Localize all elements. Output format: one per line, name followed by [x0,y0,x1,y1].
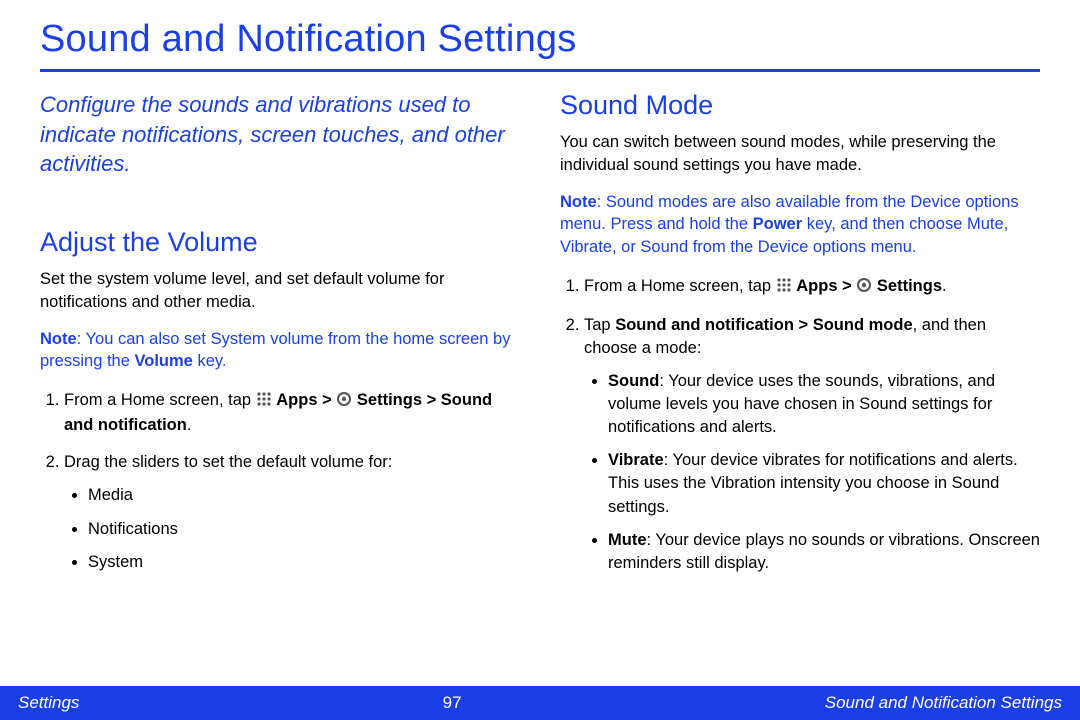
note-label: Note [40,330,77,348]
mode-label: Mute [608,531,647,549]
note-text-2: key. [193,352,227,370]
note-sound-mode: Note: Sound modes are also available fro… [560,191,1040,259]
sound-mode-description: You can switch between sound modes, whil… [560,131,1040,177]
step-2: Drag the sliders to set the default volu… [64,451,520,573]
note-bold-volume: Volume [134,352,192,370]
sound-mode-list: Sound: Your device uses the sounds, vibr… [584,370,1040,575]
list-item: Mute: Your device plays no sounds or vib… [608,529,1040,575]
list-item: Sound: Your device uses the sounds, vibr… [608,370,1040,439]
right-column: Sound Mode You can switch between sound … [560,90,1040,589]
list-item: Vibrate: Your device vibrates for notifi… [608,449,1040,518]
footer-page-number: 97 [443,693,462,713]
mode-label: Vibrate [608,451,664,469]
apps-grid-icon [256,391,272,414]
step-1: From a Home screen, tap Apps > Settings. [584,275,1040,300]
manual-page: Sound and Notification Settings Configur… [0,0,1080,589]
apps-grid-icon [776,277,792,300]
mode-text: : Your device vibrates for notifications… [608,451,1018,515]
settings-gear-icon [336,391,352,414]
step2-text: Drag the sliders to set the default volu… [64,453,392,471]
note-label: Note [560,193,597,211]
volume-slider-list: Media Notifications System [64,484,520,573]
section-heading-sound-mode: Sound Mode [560,90,1040,121]
intro-text: Configure the sounds and vibrations used… [40,90,520,179]
list-item: Media [88,484,520,507]
list-item: System [88,551,520,574]
step1-tail: . [187,416,192,434]
page-title: Sound and Notification Settings [40,18,1040,72]
step1-text-a: From a Home screen, tap [64,391,256,409]
step1-tail: . [942,277,947,295]
mode-text: : Your device uses the sounds, vibration… [608,372,995,436]
sound-mode-steps: From a Home screen, tap Apps > Settings.… [560,275,1040,575]
note-text-1: : You can also set System volume from th… [40,330,510,371]
footer-left: Settings [18,693,79,713]
two-column-layout: Configure the sounds and vibrations used… [40,90,1040,589]
page-footer: Settings 97 Sound and Notification Setti… [0,686,1080,720]
step1-apps-label: Apps > [276,391,336,409]
step1-text-a: From a Home screen, tap [584,277,776,295]
mode-label: Sound [608,372,659,390]
section-heading-adjust-volume: Adjust the Volume [40,227,520,258]
adjust-volume-description: Set the system volume level, and set def… [40,268,520,314]
note-adjust-volume: Note: You can also set System volume fro… [40,328,520,374]
mode-text: : Your device plays no sounds or vibrati… [608,531,1040,572]
footer-right: Sound and Notification Settings [825,693,1062,713]
list-item: Notifications [88,518,520,541]
note-bold-power: Power [753,215,803,233]
step-1: From a Home screen, tap Apps > Settings … [64,389,520,437]
left-column: Configure the sounds and vibrations used… [40,90,520,589]
step1-apps-label: Apps > [796,277,856,295]
settings-gear-icon [856,277,872,300]
step2-text-a: Tap [584,316,615,334]
step1-settings-label: Settings [877,277,942,295]
step2-bold: Sound and notification > Sound mode [615,316,912,334]
step-2: Tap Sound and notification > Sound mode,… [584,314,1040,575]
adjust-volume-steps: From a Home screen, tap Apps > Settings … [40,389,520,574]
